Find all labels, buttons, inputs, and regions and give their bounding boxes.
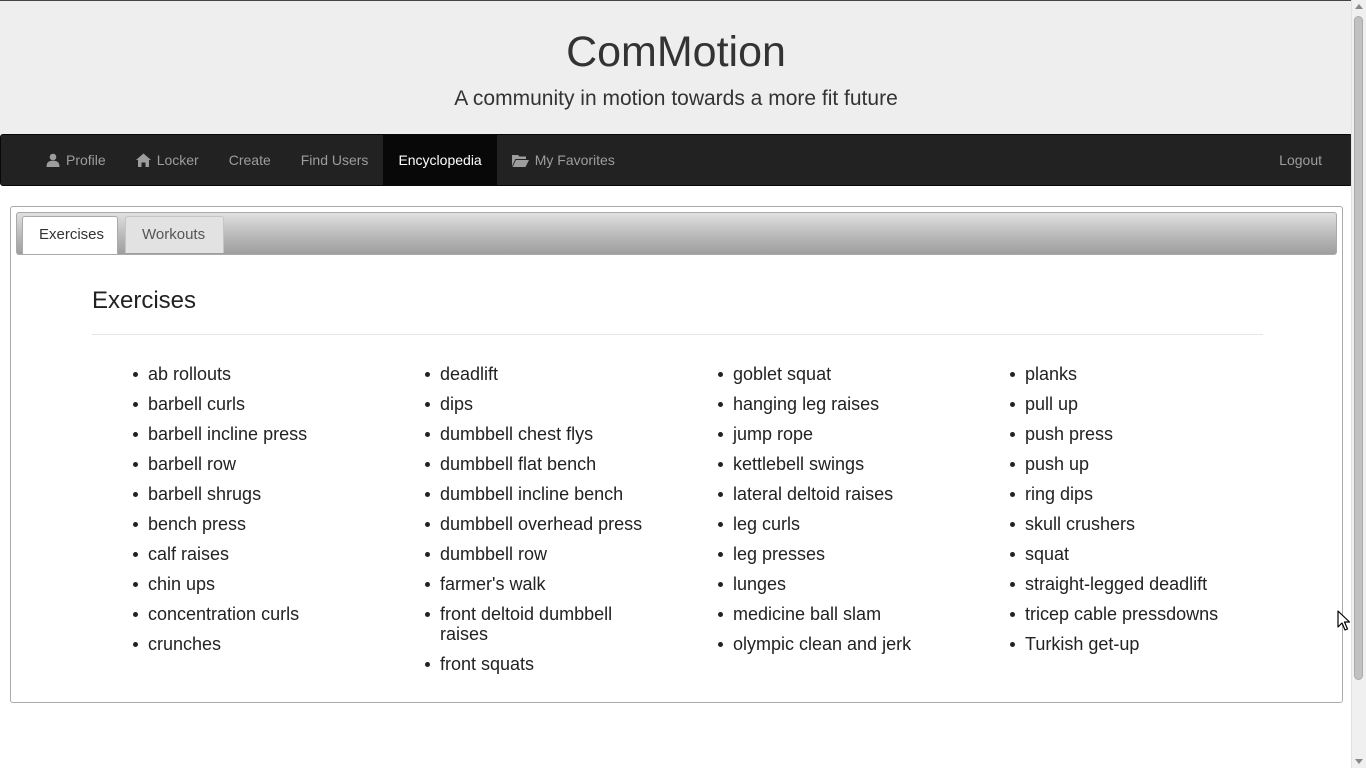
exercise-link[interactable]: straight-legged deadlift: [1010, 574, 1240, 594]
exercise-link[interactable]: barbell shrugs: [133, 484, 363, 504]
main-navbar: Profile Locker Create Find Users Encyclo…: [0, 134, 1353, 186]
exercise-link[interactable]: lateral deltoid raises: [718, 484, 948, 504]
exercise-column-4: planks pull up push press push up ring d…: [1010, 364, 1240, 664]
user-icon: [46, 153, 60, 167]
scroll-up-arrow-icon[interactable]: [1355, 4, 1363, 9]
exercise-link[interactable]: push up: [1010, 454, 1240, 474]
nav-item-encyclopedia[interactable]: Encyclopedia: [383, 135, 497, 185]
nav-label: Find Users: [300, 152, 369, 168]
tab-bar: Exercises Workouts: [16, 212, 1337, 255]
exercise-link[interactable]: concentration curls: [133, 604, 363, 624]
exercise-column-1: ab rollouts barbell curls barbell inclin…: [133, 364, 363, 664]
nav-label: Encyclopedia: [398, 152, 482, 168]
nav-label: Locker: [156, 152, 199, 168]
logout-link[interactable]: Logout: [1264, 135, 1337, 185]
exercise-link[interactable]: crunches: [133, 634, 363, 654]
exercise-link[interactable]: farmer's walk: [425, 574, 655, 594]
exercise-link[interactable]: dumbbell flat bench: [425, 454, 655, 474]
nav-label: Profile: [66, 152, 106, 168]
nav-label: Create: [228, 152, 271, 168]
site-header: ComMotion A community in motion towards …: [0, 0, 1352, 135]
tab-workouts[interactable]: Workouts: [125, 216, 224, 253]
exercise-link[interactable]: dumbbell overhead press: [425, 514, 655, 534]
exercise-link[interactable]: barbell row: [133, 454, 363, 474]
home-icon: [135, 153, 151, 167]
exercise-link[interactable]: barbell curls: [133, 394, 363, 414]
nav-item-my-favorites[interactable]: My Favorites: [497, 135, 630, 185]
exercise-link[interactable]: leg curls: [718, 514, 948, 534]
divider: [92, 334, 1263, 335]
exercise-link[interactable]: chin ups: [133, 574, 363, 594]
exercise-link[interactable]: planks: [1010, 364, 1240, 384]
exercise-link[interactable]: leg presses: [718, 544, 948, 564]
encyclopedia-panel: Exercises Workouts Exercises ab rollouts…: [10, 206, 1343, 703]
tab-exercises[interactable]: Exercises: [22, 216, 118, 254]
scroll-thumb[interactable]: [1354, 16, 1363, 680]
exercise-link[interactable]: dumbbell row: [425, 544, 655, 564]
nav-item-create[interactable]: Create: [214, 135, 286, 185]
exercise-column-2: deadlift dips dumbbell chest flys dumbbe…: [425, 364, 655, 684]
exercise-link[interactable]: Turkish get-up: [1010, 634, 1240, 654]
exercise-link[interactable]: ring dips: [1010, 484, 1240, 504]
exercise-link[interactable]: tricep cable pressdowns: [1010, 604, 1240, 624]
nav-item-locker[interactable]: Locker: [121, 135, 214, 185]
exercise-link[interactable]: barbell incline press: [133, 424, 363, 444]
exercise-link[interactable]: deadlift: [425, 364, 655, 384]
nav-item-profile[interactable]: Profile: [31, 135, 121, 185]
exercise-link[interactable]: dumbbell incline bench: [425, 484, 655, 504]
nav-label: My Favorites: [534, 152, 615, 168]
exercise-link[interactable]: lunges: [718, 574, 948, 594]
exercise-link[interactable]: hanging leg raises: [718, 394, 948, 414]
exercise-column-3: goblet squat hanging leg raises jump rop…: [718, 364, 948, 664]
exercise-link[interactable]: goblet squat: [718, 364, 948, 384]
exercise-link[interactable]: bench press: [133, 514, 363, 534]
exercise-link[interactable]: jump rope: [718, 424, 948, 444]
scroll-down-arrow-icon[interactable]: [1355, 759, 1363, 764]
exercise-link[interactable]: ab rollouts: [133, 364, 363, 384]
section-title: Exercises: [92, 287, 197, 314]
exercise-link[interactable]: calf raises: [133, 544, 363, 564]
exercise-link[interactable]: dumbbell chest flys: [425, 424, 655, 444]
vertical-scrollbar[interactable]: [1351, 0, 1366, 768]
nav-list: Profile Locker Create Find Users Encyclo…: [31, 135, 630, 185]
exercise-link[interactable]: push press: [1010, 424, 1240, 444]
nav-item-find-users[interactable]: Find Users: [286, 135, 384, 185]
folder-open-icon: [511, 154, 529, 167]
exercise-link[interactable]: olympic clean and jerk: [718, 634, 948, 654]
exercise-link[interactable]: dips: [425, 394, 655, 414]
exercise-link[interactable]: pull up: [1010, 394, 1240, 414]
exercise-link[interactable]: front deltoid dumbbell raises: [425, 604, 655, 644]
site-tagline: A community in motion towards a more fit…: [454, 87, 898, 110]
exercise-link[interactable]: squat: [1010, 544, 1240, 564]
exercise-link[interactable]: skull crushers: [1010, 514, 1240, 534]
site-title: ComMotion: [566, 28, 786, 76]
exercise-link[interactable]: kettlebell swings: [718, 454, 948, 474]
exercise-link[interactable]: front squats: [425, 654, 655, 674]
exercise-link[interactable]: medicine ball slam: [718, 604, 948, 624]
mouse-cursor-icon: [1337, 610, 1350, 631]
